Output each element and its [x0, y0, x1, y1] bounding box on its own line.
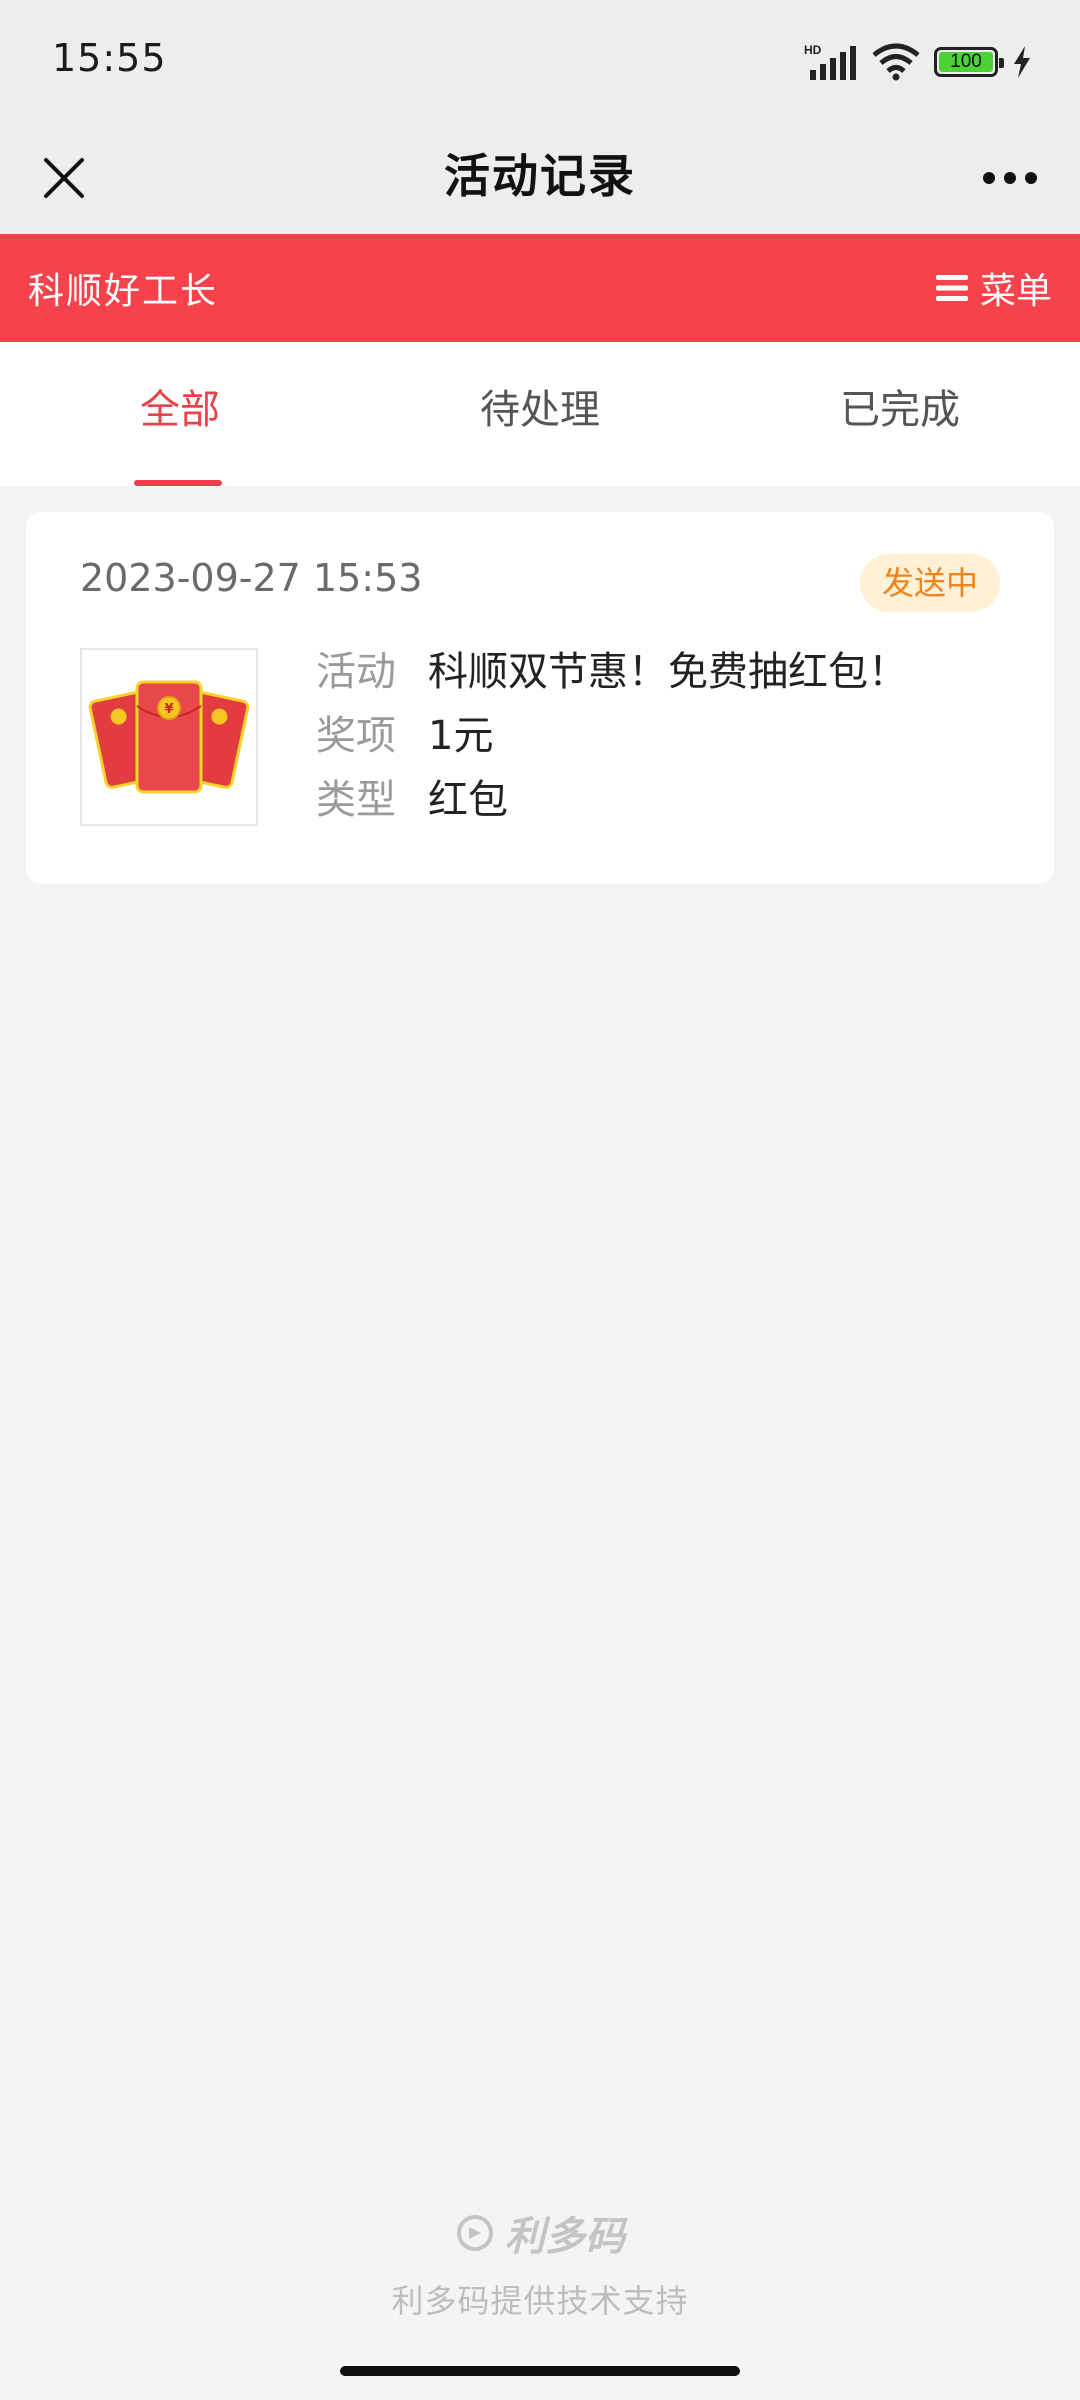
tab-completed[interactable]: 已完成: [720, 342, 1080, 486]
battery-icon: 100: [934, 47, 1004, 77]
status-icons: HD 100: [804, 40, 1032, 84]
menu-label: 菜单: [979, 271, 1052, 312]
status-time: 15:55: [52, 36, 167, 80]
info-value: 红包: [428, 777, 508, 823]
tab-pending[interactable]: 待处理: [360, 342, 720, 486]
menu-button[interactable]: 菜单: [935, 260, 1052, 316]
activity-record-card[interactable]: 2023-09-27 15:53 发送中 ¥ 活动 科顺双节惠！免费抽红包！ 奖…: [26, 512, 1054, 884]
hd-signal-icon: HD: [804, 43, 856, 80]
status-badge: 发送中: [859, 554, 1000, 612]
info-row-prize: 奖项 1元: [316, 700, 908, 764]
footer-logo-text: 利多码: [505, 2214, 625, 2260]
home-indicator: [340, 2366, 740, 2376]
info-label: 类型: [316, 777, 396, 823]
info-label: 奖项: [316, 713, 396, 759]
red-envelope-thumbnail: ¥: [80, 648, 258, 826]
charging-icon: [1014, 46, 1030, 78]
red-envelope-icon: ¥: [88, 680, 250, 794]
more-icon: [983, 172, 1037, 184]
info-value: 1元: [428, 713, 494, 759]
more-button[interactable]: [970, 144, 1050, 212]
brand-name: 科顺好工长: [28, 271, 219, 312]
battery-level: 100: [950, 51, 982, 72]
footer-logo: 利多码: [455, 2204, 625, 2262]
record-info: 活动 科顺双节惠！免费抽红包！ 奖项 1元 类型 红包: [316, 636, 908, 828]
navigation-bar: 活动记录: [0, 122, 1080, 234]
menu-icon: [935, 275, 968, 301]
footer-support-text: 利多码提供技术支持: [391, 2282, 689, 2320]
record-date: 2023-09-27 15:53: [80, 556, 423, 600]
svg-text:¥: ¥: [164, 702, 173, 717]
footer: 利多码 利多码提供技术支持: [0, 2204, 1080, 2322]
tab-bar: 全部 待处理 已完成: [0, 342, 1080, 486]
tab-all[interactable]: 全部: [0, 342, 360, 486]
info-row-activity: 活动 科顺双节惠！免费抽红包！: [316, 636, 908, 700]
svg-text:HD: HD: [804, 43, 822, 57]
info-value: 科顺双节惠！免费抽红包！: [428, 649, 908, 695]
info-label: 活动: [316, 649, 396, 695]
brand-bar: 科顺好工长 菜单: [0, 234, 1080, 342]
lidouma-logo-icon: [457, 2215, 493, 2251]
info-row-type: 类型 红包: [316, 764, 908, 828]
page-title: 活动记录: [444, 149, 636, 203]
status-bar: 15:55 HD 100: [0, 0, 1080, 122]
wifi-icon: [872, 43, 920, 81]
